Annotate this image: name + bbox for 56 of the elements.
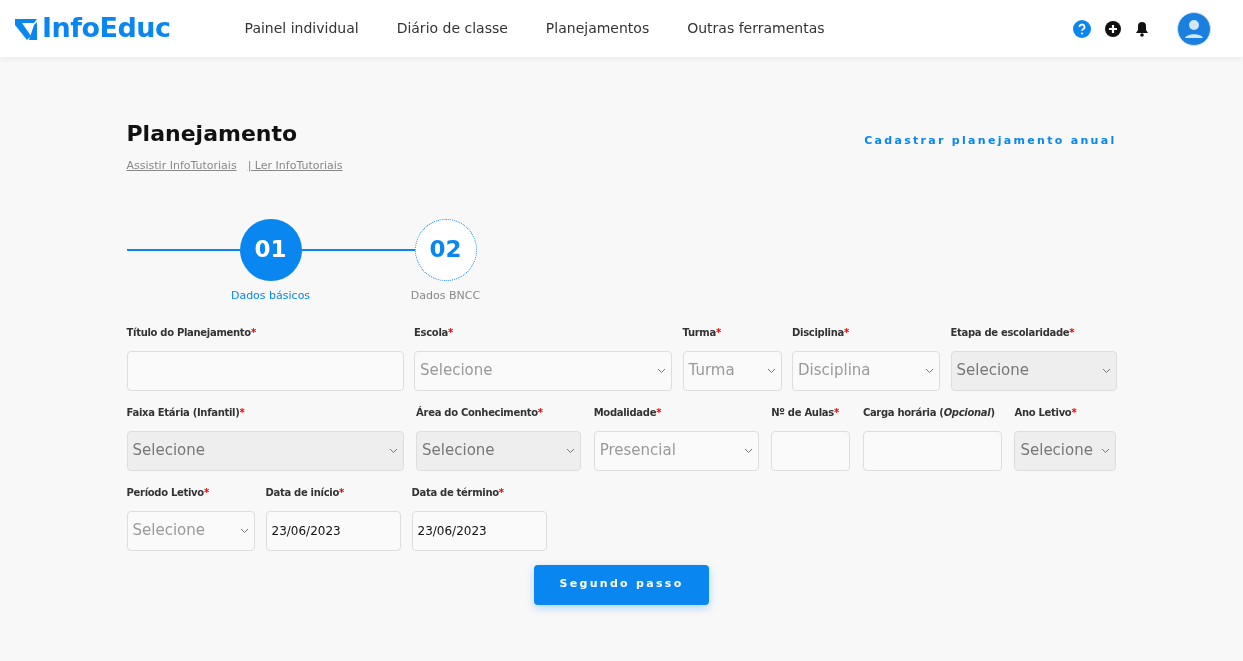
field-label: Disciplina* xyxy=(792,325,850,340)
logo[interactable]: InfoEduc xyxy=(14,8,171,49)
input-field[interactable] xyxy=(126,350,404,391)
logo-icon xyxy=(14,16,38,41)
tutorial-link[interactable]: | Ler InfoTutoriais xyxy=(247,158,343,175)
help-icon[interactable] xyxy=(1073,19,1091,38)
chevron-down-icon xyxy=(657,367,666,374)
input-field[interactable] xyxy=(862,430,1002,471)
chevron-down-icon xyxy=(388,447,398,454)
chevron-down-icon xyxy=(566,447,576,454)
select-field[interactable]: Selecione xyxy=(414,350,672,391)
nav-link-item[interactable]: Diário de classe xyxy=(396,18,508,39)
field-label: Modalidade* xyxy=(593,405,663,420)
page-title: Planejamento xyxy=(126,120,299,148)
register-annual-plan-link[interactable]: Cadastrar planejamento anual xyxy=(864,133,1117,150)
field-label: Título do Planejamento* xyxy=(126,325,257,340)
select-field[interactable]: Turma xyxy=(682,350,782,391)
field-label: Turma* xyxy=(682,325,722,340)
step-circle[interactable]: 02 xyxy=(414,218,477,281)
select-field: Selecione xyxy=(126,430,404,471)
avatar-icon[interactable] xyxy=(1177,11,1211,46)
input-field[interactable] xyxy=(771,430,851,471)
next-step-button[interactable]: Segundo passo xyxy=(534,564,709,605)
field-label: Carga horária (Opcional) xyxy=(862,405,996,420)
nav-link-item[interactable]: Painel individual xyxy=(244,18,359,39)
field-label: Período Letivo* xyxy=(126,485,210,500)
nav-link-item[interactable]: Outras ferramentas xyxy=(687,18,825,39)
chevron-down-icon xyxy=(766,367,776,374)
tutorial-link[interactable]: Assistir InfoTutoriais xyxy=(126,158,237,175)
field-label: Data de término* xyxy=(411,485,505,500)
nav-link-item[interactable]: Planejamentos xyxy=(545,18,650,39)
field-label: Escola* xyxy=(414,325,454,340)
select-field[interactable]: Disciplina xyxy=(792,350,940,391)
select-field[interactable]: Presencial xyxy=(593,430,759,471)
chevron-down-icon xyxy=(239,527,249,534)
field-label: Área do Conhecimento* xyxy=(416,405,544,420)
field-label: Faixa Etária (Infantil)* xyxy=(126,405,246,420)
chevron-down-icon xyxy=(1101,367,1111,374)
step-label: Dados básicos xyxy=(230,287,311,304)
step-circle[interactable]: 01 xyxy=(239,218,302,281)
select-field: Selecione xyxy=(950,350,1117,391)
field-label: Ano Letivo* xyxy=(1014,405,1078,420)
field-label: Etapa de escolaridade* xyxy=(950,325,1076,340)
select-field: Selecione xyxy=(416,430,582,471)
field-label: Nº de Aulas* xyxy=(771,405,840,420)
date-field[interactable]: 23/06/2023 xyxy=(265,510,401,551)
chevron-down-icon xyxy=(925,367,934,374)
date-field[interactable]: 23/06/2023 xyxy=(411,510,547,551)
bell-icon[interactable] xyxy=(1135,20,1149,37)
select-field: Selecione xyxy=(1014,430,1117,471)
add-icon[interactable] xyxy=(1105,20,1121,37)
step-label: Dados BNCC xyxy=(410,287,481,304)
select-field[interactable]: Selecione xyxy=(126,510,255,551)
field-label: Data de início* xyxy=(265,485,345,500)
chevron-down-icon xyxy=(1101,447,1111,454)
chevron-down-icon xyxy=(743,447,753,454)
